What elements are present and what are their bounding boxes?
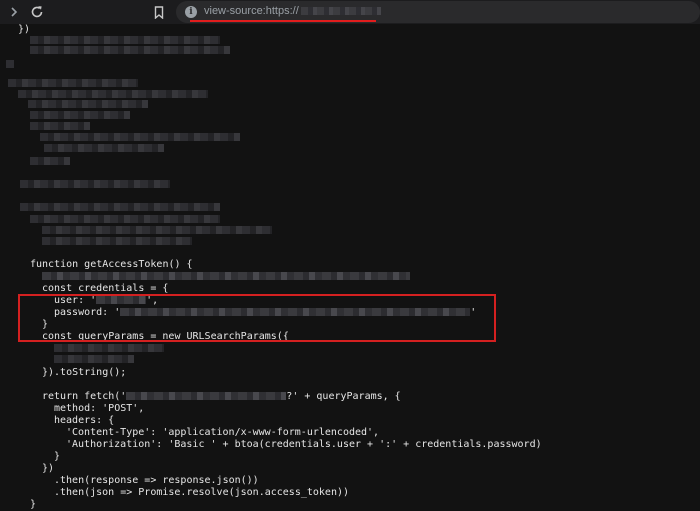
redacted-line	[42, 271, 410, 283]
source-code-view: }) function getAccessToken() { const cre…	[0, 24, 700, 510]
code-line: 'Content-Type': 'application/x-www-form-…	[66, 427, 380, 438]
credentials-highlight-annotation	[18, 294, 496, 342]
url-underline-annotation	[190, 20, 376, 22]
url-prefix: view-source:https://	[204, 5, 299, 17]
bookmark-button[interactable]	[149, 2, 169, 22]
redacted-line	[54, 354, 134, 366]
code-line: method: 'POST',	[54, 403, 145, 414]
url-text: view-source:https://	[204, 5, 381, 17]
chevron-right-icon	[11, 7, 18, 17]
reload-icon	[31, 6, 43, 18]
code-line: }).toString();	[42, 367, 127, 378]
code-line: }	[54, 451, 61, 462]
back-button[interactable]	[4, 2, 24, 22]
redacted-line	[42, 236, 192, 248]
redacted-line	[20, 179, 170, 191]
redacted-host	[300, 7, 381, 16]
redacted-line	[44, 143, 164, 155]
code-line: })	[18, 24, 31, 35]
code-line: .then(json => Promise.resolve(json.acces…	[54, 487, 350, 498]
code-line: 'Authorization': 'Basic ' + btoa(credent…	[66, 439, 542, 450]
bookmark-icon	[154, 5, 164, 19]
redacted-line	[6, 59, 14, 71]
code-line-fetch: return fetch(' ?' + queryParams, {	[42, 391, 401, 402]
info-icon[interactable]: i	[185, 6, 197, 18]
reload-button[interactable]	[27, 2, 47, 22]
code-line: })	[42, 463, 55, 474]
code-line: function getAccessToken() {	[30, 259, 193, 270]
code-line: .then(response => response.json())	[54, 475, 259, 486]
code-line: headers: {	[54, 415, 115, 426]
redacted-line	[20, 202, 220, 214]
browser-toolbar: i view-source:https://	[0, 0, 700, 24]
code-line: }	[30, 499, 37, 510]
redacted-line	[30, 45, 230, 57]
redacted-line	[30, 156, 70, 168]
